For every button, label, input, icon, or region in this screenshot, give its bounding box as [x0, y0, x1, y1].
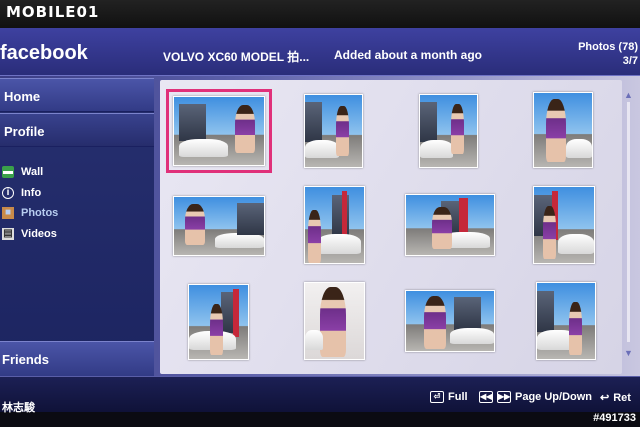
sidebar-item-label: Wall [21, 166, 44, 178]
full-label: Full [448, 391, 468, 403]
facebook-brand: facebook [0, 42, 88, 64]
full-screen-key-icon: ⏎ [430, 391, 444, 403]
album-title: VOLVO XC60 MODEL 拍... [163, 50, 310, 64]
added-timestamp: Added about a month ago [334, 48, 482, 62]
sidebar-item-profile[interactable]: Profile [0, 113, 154, 147]
page-control[interactable]: ◀◀ ▶▶ Page Up/Down [479, 391, 592, 403]
photo-thumbnail[interactable] [188, 284, 249, 360]
page-indicator: 3/7 [622, 55, 638, 67]
sidebar: Home Profile ▬ Wall i Info ■ Photos ▤ Vi… [0, 78, 154, 376]
photos-icon: ■ [2, 207, 14, 219]
return-label: Ret [613, 391, 631, 404]
wall-icon: ▬ [2, 166, 14, 178]
photo-thumbnail[interactable] [533, 92, 593, 168]
forward-key-icon: ▶▶ [497, 391, 511, 403]
sidebar-item-label: Photos [21, 207, 59, 219]
photo-thumbnail[interactable] [173, 196, 265, 256]
return-control[interactable]: ↩ Ret [600, 391, 631, 405]
mobile01-logo: MOBILE01 [6, 3, 100, 21]
full-control[interactable]: ⏎ Full [430, 391, 468, 403]
page-label: Page Up/Down [515, 391, 593, 403]
photo-thumbnail[interactable] [166, 89, 272, 173]
photo-counter: Photos (78) 3/7 [578, 40, 638, 68]
tv-screen-photo: MOBILE01 facebook VOLVO XC60 MODEL 拍... … [0, 0, 640, 427]
sidebar-item-photos[interactable]: ■ Photos [0, 203, 154, 223]
scrollbar-track[interactable] [627, 102, 630, 342]
videos-icon: ▤ [2, 228, 14, 240]
photo-thumbnail[interactable] [304, 94, 363, 168]
photo-thumbnail[interactable] [536, 282, 596, 360]
photo-thumbnail[interactable] [405, 290, 495, 352]
rewind-key-icon: ◀◀ [479, 391, 493, 403]
photo-thumbnail[interactable] [405, 194, 495, 256]
top-bezel: MOBILE01 [0, 0, 640, 28]
header-bar [0, 28, 640, 76]
photo-thumbnail[interactable] [304, 186, 365, 264]
user-name: 林志駿 [2, 402, 35, 414]
sidebar-item-label: Info [21, 187, 42, 199]
photo-thumbnail[interactable] [533, 186, 595, 264]
sidebar-item-wall[interactable]: ▬ Wall [0, 162, 154, 182]
sidebar-item-videos[interactable]: ▤ Videos [0, 224, 154, 244]
sidebar-item-info[interactable]: i Info [0, 183, 154, 203]
return-arrow-icon: ↩ [600, 392, 610, 404]
photos-count-label: Photos (78) [578, 41, 638, 53]
photo-id-watermark: #491733 [593, 412, 636, 424]
sidebar-item-home[interactable]: Home [0, 78, 154, 112]
info-icon: i [2, 187, 14, 199]
photo-thumbnail[interactable] [419, 94, 478, 168]
photo-thumbnail[interactable] [304, 282, 365, 360]
sidebar-item-friends[interactable]: Friends [0, 341, 154, 376]
sidebar-item-label: Videos [21, 228, 57, 240]
scroll-down-arrow-icon[interactable]: ▼ [624, 348, 633, 358]
scroll-up-arrow-icon[interactable]: ▲ [624, 90, 633, 100]
